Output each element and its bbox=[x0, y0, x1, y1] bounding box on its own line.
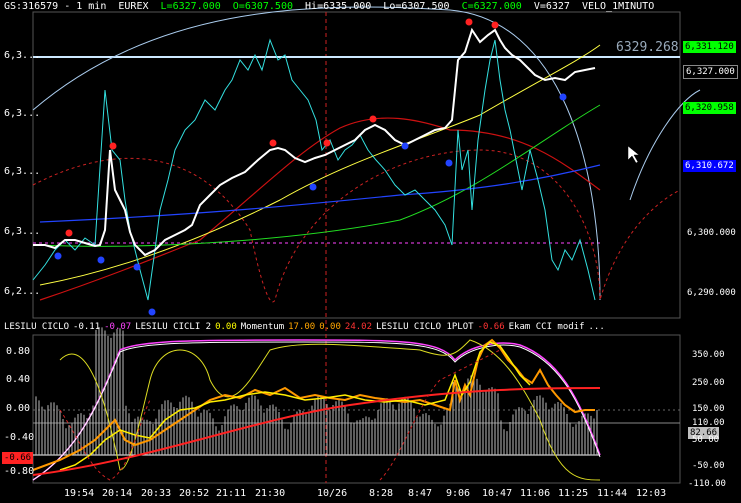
time-axis-label: 21:11 bbox=[216, 488, 247, 499]
volume-value: V=6327 bbox=[533, 1, 570, 12]
indicator-header-item: 24.02 bbox=[344, 322, 372, 332]
indicator-axis-label: 0.40 bbox=[6, 374, 31, 385]
indicator-header: LESILU CICLO -0.11 -0.07 LESILU CICLI 2 0.00… bbox=[4, 322, 609, 332]
indicator-header-item: -0.11 bbox=[73, 322, 101, 332]
exchange-label: EUREX bbox=[118, 1, 149, 12]
mouse-cursor-icon bbox=[627, 145, 640, 164]
indicator-header-item: -0.07 bbox=[104, 322, 132, 332]
low-value: Lo=6307.500 bbox=[383, 1, 450, 12]
price-tag-current: 6,327.000 bbox=[683, 65, 738, 79]
time-axis-label: 20:14 bbox=[102, 488, 133, 499]
indicator-header-item: 0.00 bbox=[319, 322, 341, 332]
green-ma-line bbox=[39, 104, 601, 247]
time-axis-label: 20:33 bbox=[141, 488, 172, 499]
price-tag-blue: 6,310.672 bbox=[683, 160, 736, 172]
indicator-right-label: 250.00 bbox=[692, 378, 725, 388]
price-axis-label: 6,3... bbox=[4, 166, 41, 177]
indicator-header-item: 17.00 bbox=[288, 322, 316, 332]
open-value: O=6307.500 bbox=[232, 1, 293, 12]
indicator-right-label: 50.00 bbox=[692, 435, 720, 445]
time-axis-label: 12:03 bbox=[636, 488, 667, 499]
indicator-right-tag: 150.00 bbox=[692, 404, 725, 414]
indicator-header-item: -0.66 bbox=[477, 322, 505, 332]
price-axis-right-label: 6,300.000 bbox=[687, 228, 736, 238]
indicator-header-item: 0.00 bbox=[215, 322, 237, 332]
time-axis-label: 8:47 bbox=[408, 488, 433, 499]
price-tag-upper: 6,331.120 bbox=[683, 41, 736, 53]
price-axis-label: 6,3... bbox=[4, 108, 41, 119]
indicator-left-tag: -0.66 bbox=[2, 452, 34, 464]
time-axis-label: 10/26 bbox=[317, 488, 348, 499]
price-axis-label: 6,3... bbox=[4, 50, 41, 61]
red-dashed-wave bbox=[32, 149, 681, 303]
symbol-label: GS:316579 - 1 min bbox=[4, 1, 107, 12]
indicator-axis-label: 0.00 bbox=[6, 403, 31, 414]
time-axis-label: 21:30 bbox=[255, 488, 286, 499]
price-axis-right-label: 6,290.000 bbox=[687, 288, 736, 298]
price-axis-label: 6,3... bbox=[4, 226, 41, 237]
indicator-right-label: 350.00 bbox=[692, 350, 725, 360]
price-axis-label: 6,2... bbox=[4, 286, 41, 297]
chart-canvas bbox=[32, 6, 701, 484]
cyan-series bbox=[32, 38, 596, 301]
indicator-header-item: Ekam CCI modif bbox=[508, 322, 585, 332]
high-value: Hi=6335.000 bbox=[305, 1, 372, 12]
indicator-name: VELO_1MINUTO bbox=[581, 1, 655, 12]
indicator-axis-label: -0.80 bbox=[4, 466, 35, 477]
time-axis-label: 19:54 bbox=[64, 488, 95, 499]
time-axis-label: 8:28 bbox=[369, 488, 394, 499]
indicator-axis-label: -0.40 bbox=[4, 432, 35, 443]
last-value: L=6327.000 bbox=[160, 1, 221, 12]
price-tag-green: 6,320.958 bbox=[683, 102, 736, 114]
time-axis-label: 11:44 bbox=[597, 488, 628, 499]
indicator-header-item: ... bbox=[588, 322, 605, 332]
close-value: C=6327.000 bbox=[461, 1, 522, 12]
time-axis-label: 20:52 bbox=[179, 488, 210, 499]
time-axis-label: 10:47 bbox=[482, 488, 513, 499]
indicator-right-label: -50.00 bbox=[692, 461, 725, 471]
indicator-header-item: LESILU CICLO bbox=[4, 322, 70, 332]
indicator-header-item: LESILU CICLO 1PLOT bbox=[376, 322, 474, 332]
time-axis-label: 11:06 bbox=[520, 488, 551, 499]
indicator-header-item: LESILU CICLI 2 bbox=[135, 322, 212, 332]
indicator-axis-label: 0.80 bbox=[6, 346, 31, 357]
price-series bbox=[33, 27, 596, 257]
indicator-header-item: Momentum bbox=[240, 322, 285, 332]
yellow-ma-line bbox=[39, 44, 601, 286]
price-watermark: 6329.268 bbox=[616, 40, 679, 55]
time-axis-label: 9:06 bbox=[446, 488, 471, 499]
chart-header: GS:316579 - 1 min EUREX L=6327.000 O=630… bbox=[4, 1, 660, 12]
histogram-bars bbox=[35, 327, 598, 455]
time-axis-label: 11:25 bbox=[558, 488, 589, 499]
indicator-right-tag-bottom: -110.00 bbox=[688, 479, 726, 489]
